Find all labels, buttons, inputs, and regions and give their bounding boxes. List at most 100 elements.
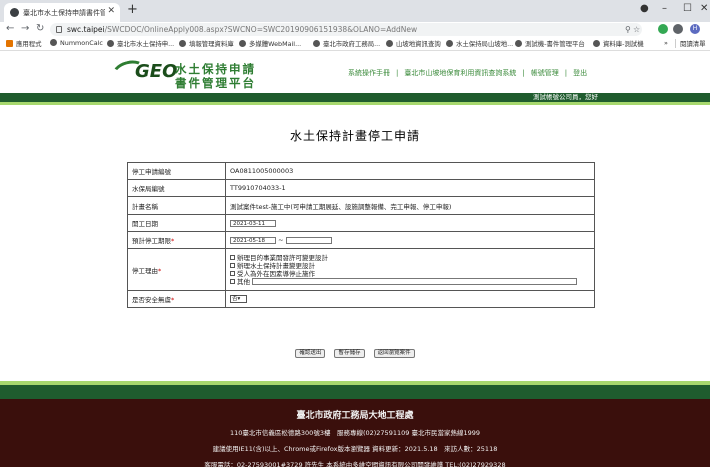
bookmark-icon <box>239 40 246 47</box>
logo-title-line2: 書件管理平台 <box>175 76 256 90</box>
browser-tab[interactable]: 臺北市水土保持申請書件管理平台 ✕ <box>4 3 120 22</box>
form-row: 停工申請編號 OA0811005000003 <box>127 162 595 180</box>
header-links: 系統操作手冊 | 臺北市山坡地保育利用資訊查詢系統 | 帳號管理 | 登出 <box>348 69 588 77</box>
reasons-cell: 辦理目的事業開發許可變更設計 辦理水土保持計畫變更設計 受人為外在因素導停止施作… <box>225 248 595 291</box>
footer-contact: 客服電話：02-27593001#3729 許先生 本系統由多維空間資訊有限公司… <box>204 461 506 469</box>
value-plan-name: 測試案件test-施工中(可申請工期展延、設施調整報備、完工申報、停工申報) <box>225 196 595 215</box>
reason-option[interactable]: 辦理水土保持計畫變更設計 <box>230 262 590 270</box>
minimize-window-button[interactable]: – <box>662 3 667 14</box>
stop-work-form: 停工申請編號 OA0811005000003 水保局編號 TT991070403… <box>127 162 595 308</box>
link-logout[interactable]: 登出 <box>573 69 587 77</box>
form-row: 預計停工期限* 2021-05-18 ~ <box>127 231 595 249</box>
back-arrow-icon[interactable]: ← <box>6 22 14 36</box>
back-button[interactable]: 返回瀏覽案件 <box>373 349 415 358</box>
site-favicon-icon <box>10 8 19 17</box>
label-apply-no: 停工申請編號 <box>127 162 226 180</box>
bookmark-apps[interactable]: 應用程式 <box>6 39 42 48</box>
required-mark: * <box>171 296 175 304</box>
browser-tab-strip: 臺北市水土保持申請書件管理平台 ✕ + ● – ☐ ✕ <box>0 0 710 22</box>
apps-grid-icon <box>6 40 13 47</box>
reason-option-other[interactable]: 其他 <box>230 278 590 286</box>
form-row: 是否安全無虞* 否▾ <box>127 290 595 308</box>
footer-band <box>0 385 710 399</box>
form-row: 開工日期 2021-03-11 <box>127 214 595 232</box>
bookmark-icon <box>313 40 320 47</box>
label-start-date: 開工日期 <box>127 214 226 232</box>
required-mark: * <box>158 266 162 275</box>
date-range-tilde: ~ <box>278 236 284 244</box>
safety-cell: 否▾ <box>225 290 595 308</box>
bookmark-icon <box>593 40 600 47</box>
checkbox[interactable] <box>230 279 235 284</box>
bookmark-item[interactable]: 臺北市政府工務局... <box>313 39 380 48</box>
bookmark-star-icon[interactable]: ☆ <box>633 23 640 36</box>
bookmark-icon <box>515 40 522 47</box>
form-row: 水保局編號 TT9910704033-1 <box>127 179 595 197</box>
value-start-date-cell: 2021-03-11 <box>225 214 595 232</box>
checkbox[interactable] <box>230 255 235 260</box>
safety-select[interactable]: 否▾ <box>230 295 247 303</box>
bookmark-item[interactable]: 測試機-書件管理平台 <box>515 39 585 48</box>
zoom-icon[interactable]: ⚲ <box>625 23 631 36</box>
checkbox[interactable] <box>230 271 235 276</box>
value-plan-no: TT9910704033-1 <box>225 179 595 197</box>
bookmark-item[interactable]: 資料庫-測試機 <box>593 39 644 48</box>
maximize-window-button[interactable]: ☐ <box>683 3 692 14</box>
extensions-puzzle-icon[interactable] <box>673 24 683 34</box>
link-manual[interactable]: 系統操作手冊 <box>348 69 390 77</box>
stop-to-date-field[interactable] <box>285 236 332 244</box>
bookmark-item[interactable]: 水土保持局山坡地... <box>446 39 513 48</box>
bookmark-icon <box>107 40 114 47</box>
bookmark-icon <box>386 40 393 47</box>
start-date-field[interactable]: 2021-03-11 <box>230 219 276 227</box>
more-bookmarks-icon[interactable]: » <box>664 39 668 47</box>
form-row: 停工理由* 辦理目的事業開發許可變更設計 辦理水土保持計畫變更設計 受人為外在因… <box>127 248 595 291</box>
form-buttons: 確認送出 暫存儲存 返回瀏覽案件 <box>0 339 710 358</box>
link-slope-query[interactable]: 臺北市山坡地保育利用資訊查詢系統 <box>404 69 516 77</box>
forward-arrow-icon[interactable]: → <box>21 22 29 36</box>
new-tab-button[interactable]: + <box>127 3 138 17</box>
profile-indicator-icon: ● <box>640 3 649 14</box>
bookmark-item[interactable]: 多媒體WebMail... <box>239 39 301 48</box>
link-account[interactable]: 帳號管理 <box>531 69 559 77</box>
footer-browser-note: 建議使用IE11(含)以上、Chrome或Firefox版本瀏覽器 資料更新：2… <box>212 445 498 453</box>
bookmark-item[interactable]: NummonCalc <box>50 39 103 47</box>
required-mark: * <box>171 237 175 245</box>
url-text: swc.taipei/SWCDOC/OnlineApply008.aspx?SW… <box>67 25 418 34</box>
user-greeting: 測試帳號公司員，您好 <box>533 93 598 101</box>
label-safety: 是否安全無虞* <box>127 290 226 308</box>
tab-title: 臺北市水土保持申請書件管理平台 <box>23 9 105 17</box>
header-accent-band <box>0 102 710 105</box>
reason-option[interactable]: 辦理目的事業開發許可變更設計 <box>230 254 590 262</box>
page-title: 水土保持計畫停工申請 <box>289 129 420 143</box>
address-bar[interactable]: swc.taipei/SWCDOC/OnlineApply008.aspx?SW… <box>50 23 642 36</box>
bookmarks-bar: 應用程式 NummonCalc 臺北市水土保持申... 填報管理資料庫 多媒體W… <box>0 36 710 51</box>
bookmark-item[interactable]: 山坡地資訊查詢 <box>386 39 441 48</box>
chevron-down-icon: ▾ <box>237 296 241 302</box>
reason-option[interactable]: 受人為外在因素導停止施作 <box>230 270 590 278</box>
submit-button[interactable]: 確認送出 <box>295 349 326 358</box>
extension-green-icon[interactable] <box>658 24 668 34</box>
reading-list[interactable]: 閱讀清單 <box>675 39 706 48</box>
bookmark-item[interactable]: 填報管理資料庫 <box>179 39 234 48</box>
label-stop-period: 預計停工期限* <box>127 231 226 249</box>
close-window-button[interactable]: ✕ <box>700 3 708 14</box>
checkbox[interactable] <box>230 263 235 268</box>
bookmark-icon <box>179 40 186 47</box>
bookmark-item[interactable]: 臺北市水土保持申... <box>107 39 174 48</box>
bookmark-icon <box>50 39 57 46</box>
label-plan-name: 計畫名稱 <box>127 196 226 215</box>
save-draft-button[interactable]: 暫存儲存 <box>334 349 365 358</box>
label-reasons: 停工理由* <box>127 248 226 291</box>
site-header: GEO 水土保持申請 書件管理平台 系統操作手冊 | 臺北市山坡地保育利用資訊查詢系… <box>0 51 710 93</box>
footer-org: 臺北市政府工務局大地工程處 <box>296 411 414 421</box>
browser-toolbar: ← → ↻ swc.taipei/SWCDOC/OnlineApply008.a… <box>0 22 710 36</box>
footer-address: 110臺北市信義區松德路300號3樓 服務專線(02)27591109 臺北市民… <box>230 429 480 437</box>
stop-from-date-field[interactable]: 2021-05-18 <box>230 236 276 244</box>
other-reason-field[interactable] <box>252 278 578 285</box>
profile-avatar[interactable]: H <box>690 24 700 34</box>
lock-icon <box>56 26 62 33</box>
reload-icon[interactable]: ↻ <box>36 22 44 36</box>
site-footer: 臺北市政府工務局大地工程處 110臺北市信義區松德路300號3樓 服務專線(02… <box>0 399 710 469</box>
tab-close-icon[interactable]: ✕ <box>107 6 115 16</box>
